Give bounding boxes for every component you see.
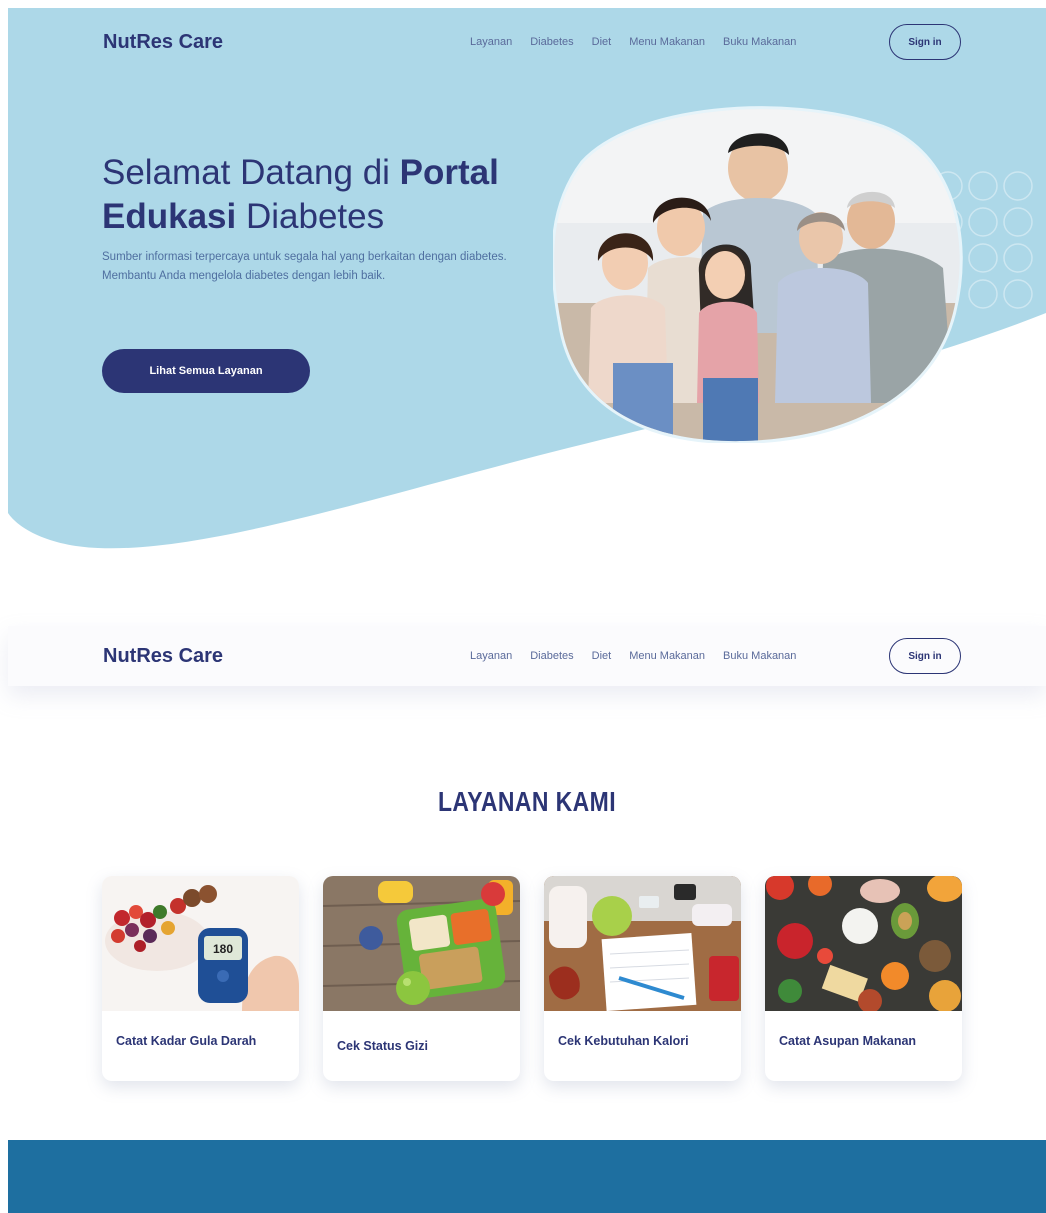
nav-item-menu-makanan[interactable]: Menu Makanan — [629, 650, 705, 662]
nav-item-buku-makanan[interactable]: Buku Makanan — [723, 650, 796, 662]
card-label: Catat Asupan Makanan — [779, 1034, 917, 1048]
sticky-navbar: NutRes Care Layanan Diabetes Diet Menu M… — [8, 626, 1046, 686]
nav-item-diet[interactable]: Diet — [592, 36, 612, 48]
hero-description: Sumber informasi terpercaya untuk segala… — [102, 251, 507, 282]
card-image-lunchbox — [323, 876, 520, 1011]
service-card-nutrition-status[interactable]: Cek Status Gizi — [323, 876, 520, 1081]
nav-menu: Layanan Diabetes Diet Menu Makanan Buku … — [470, 36, 814, 48]
card-image-calorie-notes — [544, 876, 741, 1011]
hero-title: Selamat Datang di Portal Edukasi Diabetes — [102, 151, 542, 239]
services-title: LAYANAN KAMI — [437, 786, 616, 817]
brand-logo-sticky[interactable]: NutRes Care — [103, 645, 223, 668]
service-card-calorie-needs[interactable]: Cek Kebutuhan Kalori — [544, 876, 741, 1081]
nav-item-buku-makanan[interactable]: Buku Makanan — [723, 36, 796, 48]
footer-band — [8, 1140, 1046, 1213]
family-photo — [553, 106, 963, 443]
card-label: Cek Status Gizi — [337, 1039, 428, 1053]
nav-menu-sticky: Layanan Diabetes Diet Menu Makanan Buku … — [470, 650, 814, 662]
glucose-reading: 180 — [213, 942, 233, 956]
service-card-blood-sugar[interactable]: 180 Catat Kadar Gula Darah — [102, 876, 299, 1081]
hero-title-bold2: Edukasi — [102, 197, 237, 236]
hero-title-text2: Diabetes — [236, 197, 385, 236]
service-card-food-intake[interactable]: Catat Asupan Makanan — [765, 876, 962, 1081]
brand-logo[interactable]: NutRes Care — [103, 31, 223, 54]
view-all-services-button[interactable]: Lihat Semua Layanan — [102, 349, 310, 393]
card-label: Cek Kebutuhan Kalori — [558, 1034, 689, 1048]
sticky-navbar-inner: NutRes Care Layanan Diabetes Diet Menu M… — [8, 626, 1046, 686]
hero-section: NutRes Care Layanan Diabetes Diet Menu M… — [8, 8, 1046, 568]
card-label: Catat Kadar Gula Darah — [116, 1034, 257, 1048]
top-navbar: NutRes Care Layanan Diabetes Diet Menu M… — [8, 12, 1046, 72]
signin-button-sticky[interactable]: Sign in — [889, 638, 961, 674]
nav-item-layanan[interactable]: Layanan — [470, 650, 512, 662]
signin-button[interactable]: Sign in — [889, 24, 961, 60]
nav-item-diabetes[interactable]: Diabetes — [530, 650, 573, 662]
hero-title-text1: Selamat Datang di — [102, 153, 400, 192]
card-image-healthy-foods — [765, 876, 962, 1011]
nav-item-diet[interactable]: Diet — [592, 650, 612, 662]
nav-item-diabetes[interactable]: Diabetes — [530, 36, 573, 48]
hero-title-bold1: Portal — [399, 153, 499, 192]
nav-item-layanan[interactable]: Layanan — [470, 36, 512, 48]
card-image-glucose-meter: 180 — [102, 876, 299, 1011]
nav-item-menu-makanan[interactable]: Menu Makanan — [629, 36, 705, 48]
